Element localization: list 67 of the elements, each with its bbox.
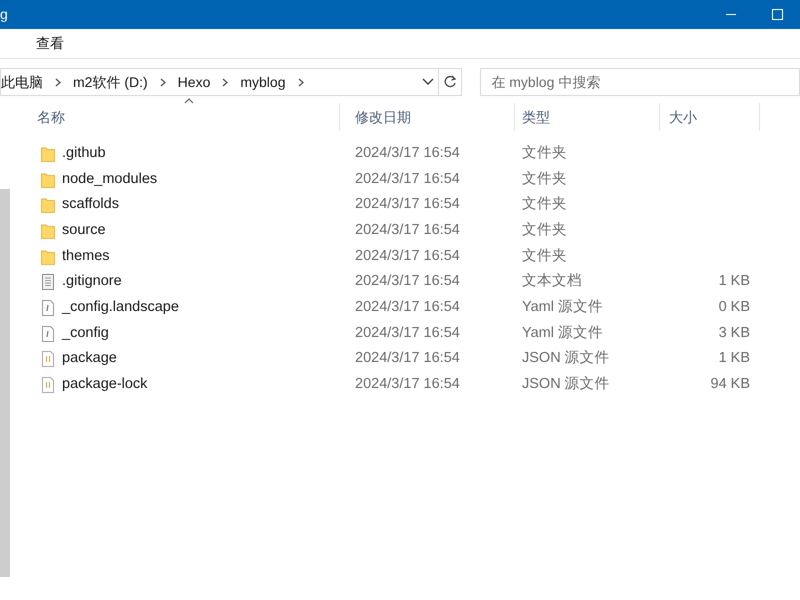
folder-icon (41, 146, 55, 162)
file-name[interactable]: .gitignore (62, 271, 122, 294)
file-type: JSON 源文件 (522, 376, 610, 392)
window-title: g (0, 5, 8, 24)
chevron-right-icon[interactable] (160, 78, 166, 86)
file-name[interactable]: package-lock (62, 374, 148, 396)
file-size: 94 KB (710, 376, 750, 392)
file-name[interactable]: .github (62, 142, 106, 165)
file-type: 文件夹 (522, 170, 567, 187)
minimize-icon (726, 14, 736, 15)
file-icon (41, 377, 55, 394)
file-type: 文件夹 (522, 196, 567, 212)
chevron-right-icon[interactable] (222, 78, 228, 86)
file-type: 文件夹 (522, 248, 567, 264)
chevron-right-icon[interactable] (55, 78, 61, 86)
file-name[interactable]: _config.landscape (62, 297, 179, 319)
modified-date: 2024/3/17 16:54 (355, 248, 460, 264)
modified-date: 2024/3/17 16:54 (355, 273, 460, 290)
file-name[interactable]: themes (62, 246, 110, 268)
file-name[interactable]: package (62, 348, 117, 370)
folder-icon (41, 248, 55, 265)
search-field[interactable]: 在 myblog 中搜索 (480, 68, 800, 96)
modified-date: 2024/3/17 16:54 (355, 170, 460, 187)
file-name[interactable]: scaffolds (62, 194, 119, 216)
modified-date: 2024/3/17 16:54 (355, 196, 460, 212)
modified-date: 2024/3/17 16:54 (355, 222, 460, 238)
modified-date: 2024/3/17 16:54 (355, 144, 460, 161)
maximize-icon (772, 9, 782, 20)
file-type: 文本文档 (522, 273, 582, 290)
folder-icon (41, 222, 55, 239)
file-size: 3 KB (718, 324, 750, 341)
breadcrumb[interactable]: myblog (240, 72, 286, 92)
file-type: Yaml 源文件 (522, 324, 603, 341)
file-size: 1 KB (718, 350, 750, 366)
file-size: 0 KB (718, 299, 750, 316)
breadcrumb[interactable]: m2软件 (D:) (73, 72, 148, 92)
file-type: 文件夹 (522, 222, 567, 238)
column-header[interactable]: 修改日期 (340, 103, 515, 131)
file-type: Yaml 源文件 (522, 299, 603, 316)
menu-item[interactable]: 查看 (36, 33, 64, 54)
modified-date: 2024/3/17 16:54 (355, 376, 460, 392)
refresh-icon[interactable] (443, 75, 458, 89)
modified-date: 2024/3/17 16:54 (355, 299, 460, 316)
file-type: 文件夹 (522, 144, 567, 161)
file-name[interactable]: _config (62, 322, 109, 345)
column-header[interactable]: 名称 (10, 103, 340, 131)
address-bar[interactable]: 此电脑 m2软件 (D:) Hexo myblog (0, 68, 462, 96)
breadcrumb[interactable]: 此电脑 (1, 72, 43, 92)
column-header[interactable]: 类型 (515, 103, 660, 131)
chevron-right-icon[interactable] (298, 78, 304, 86)
chevron-down-icon[interactable] (422, 78, 434, 86)
folder-icon (41, 197, 55, 214)
file-icon (41, 351, 55, 368)
file-name[interactable]: node_modules (62, 168, 158, 190)
column-header[interactable]: 大小 (660, 103, 760, 131)
folder-icon (41, 172, 55, 188)
file-icon (41, 300, 55, 316)
breadcrumb[interactable]: Hexo (178, 72, 210, 92)
file-name[interactable]: source (62, 220, 106, 242)
text-file-icon (41, 274, 55, 290)
file-size: 1 KB (718, 273, 750, 290)
modified-date: 2024/3/17 16:54 (355, 324, 460, 341)
scrollbar[interactable] (0, 189, 10, 577)
sort-caret-icon (184, 98, 194, 104)
file-icon (41, 326, 55, 342)
file-type: JSON 源文件 (522, 350, 610, 366)
modified-date: 2024/3/17 16:54 (355, 350, 460, 366)
